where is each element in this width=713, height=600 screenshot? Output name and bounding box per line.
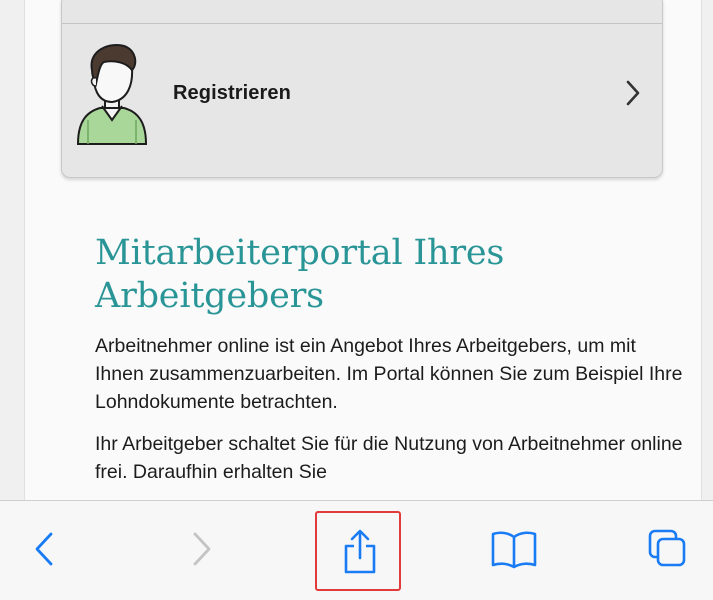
chevron-right-icon <box>626 80 640 106</box>
forward-button[interactable] <box>180 523 224 575</box>
highlight-box <box>315 511 401 591</box>
bookmarks-icon <box>491 531 537 569</box>
intro-paragraph: Arbeitnehmer online ist ein Angebot Ihre… <box>95 335 683 413</box>
user-avatar-icon <box>76 44 148 145</box>
browser-toolbar <box>0 500 713 600</box>
share-button[interactable] <box>315 511 405 593</box>
login-card: Registrieren <box>61 0 663 178</box>
browser-viewport: Registrieren Mitarbeiterportal Ihres Arb… <box>0 0 713 600</box>
back-icon <box>35 532 53 566</box>
register-row[interactable]: Registrieren <box>62 24 662 176</box>
bookmarks-button[interactable] <box>484 523 544 575</box>
tabs-icon <box>648 529 686 567</box>
web-page: Registrieren Mitarbeiterportal Ihres Arb… <box>24 0 702 500</box>
page-heading: Mitarbeiterportal Ihres Arbeitgebers <box>95 233 505 316</box>
tabs-button[interactable] <box>640 523 696 575</box>
main-content: Mitarbeiterportal Ihres Arbeitgebers Arb… <box>95 232 685 486</box>
back-button[interactable] <box>22 523 66 575</box>
forward-icon <box>193 532 211 566</box>
activation-paragraph: Ihr Arbeitgeber schaltet Sie für die Nut… <box>95 433 683 483</box>
register-label: Registrieren <box>173 82 291 104</box>
